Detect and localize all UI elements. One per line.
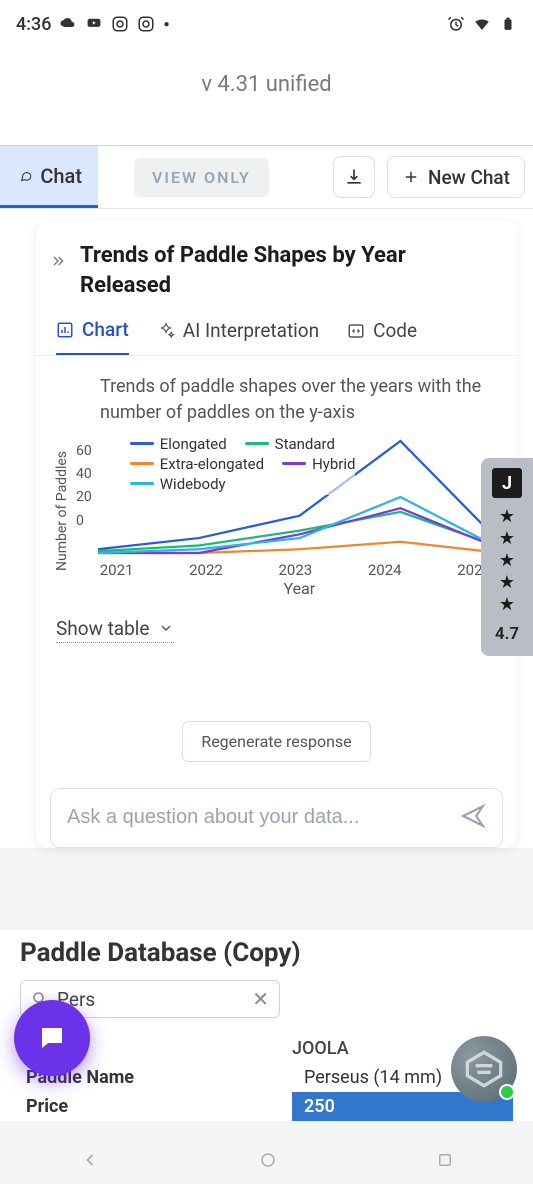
subtab-code-label: Code [373, 319, 417, 342]
tab-chat-label: Chat [40, 164, 82, 188]
y-axis-ticks: 60 40 20 0 [72, 441, 98, 553]
ytick: 20 [76, 489, 92, 505]
xtick: 2021 [100, 561, 134, 579]
youtube-icon [85, 15, 103, 33]
record-table: JOOLA Paddle Name Perseus (14 mm) Price … [20, 1038, 513, 1121]
view-only-badge: VIEW ONLY [134, 158, 269, 197]
chevron-down-icon [158, 620, 174, 636]
presence-indicator [499, 1084, 515, 1100]
xtick: 2024 [368, 561, 402, 579]
chart-legend: Elongated Standard Extra-elongated Hybri… [130, 435, 356, 495]
star-icon: ★ [499, 552, 515, 570]
legend-item: Hybrid [312, 455, 355, 473]
chat-icon [20, 166, 32, 186]
sparkle-icon [157, 322, 175, 340]
download-icon [344, 167, 364, 187]
xtick: 2023 [279, 561, 313, 579]
rating-score: 4.7 [495, 624, 519, 644]
new-chat-button[interactable]: New Chat [387, 156, 525, 198]
collapse-button[interactable] [50, 241, 66, 273]
xtick: 2022 [189, 561, 223, 579]
rating-letter: J [492, 468, 522, 498]
chat-bubble-icon [37, 1023, 67, 1053]
send-icon [460, 803, 486, 829]
chat-fab[interactable] [14, 1000, 90, 1076]
status-bar: 4:36 ● [0, 0, 533, 48]
subtab-chart[interactable]: Chart [56, 318, 129, 355]
nav-recent[interactable] [436, 1151, 454, 1173]
rating-badge[interactable]: J ★ ★ ★ ★ ★ 4.7 [481, 458, 533, 656]
user-avatar[interactable] [451, 1036, 517, 1102]
more-dot-icon: ● [163, 19, 169, 30]
tab-chat[interactable]: Chat [0, 146, 98, 208]
chevron-right-double-icon [50, 253, 66, 269]
avatar-logo-icon [464, 1049, 504, 1089]
legend-item: Extra-elongated [160, 455, 264, 473]
star-icon: ★ [499, 530, 515, 548]
legend-item: Standard [275, 435, 335, 453]
chart-block: Trends of paddle shapes over the years w… [36, 356, 517, 592]
nav-back[interactable] [80, 1150, 100, 1174]
wifi-icon [473, 15, 491, 33]
legend-item: Widebody [160, 475, 226, 493]
ytick: 0 [76, 513, 92, 529]
sheet-title: Paddle Database (Copy) [20, 938, 513, 968]
clear-search-button[interactable]: ✕ [252, 987, 269, 1011]
row-price-label: Price [20, 1092, 292, 1121]
chart-description: Trends of paddle shapes over the years w… [100, 374, 501, 424]
x-axis-label: Year [98, 579, 501, 598]
show-table-label: Show table [56, 617, 150, 640]
battery-icon [499, 15, 517, 33]
y-axis-label: Number of Paddles [52, 441, 72, 581]
top-tabs: Chat VIEW ONLY New Chat [0, 145, 533, 209]
send-button[interactable] [460, 803, 486, 833]
regenerate-button[interactable]: Regenerate response [182, 721, 370, 762]
subtab-ai[interactable]: AI Interpretation [157, 318, 319, 355]
card-subtabs: Chart AI Interpretation Code [36, 308, 517, 356]
version-label: v 4.31 unified [0, 48, 533, 145]
alarm-icon [447, 15, 465, 33]
cloud-icon [59, 15, 77, 33]
instagram-icon-2 [137, 15, 155, 33]
star-icon: ★ [499, 574, 515, 592]
subtab-chart-label: Chart [82, 318, 129, 341]
star-icon: ★ [499, 596, 515, 614]
nav-home[interactable] [259, 1151, 277, 1173]
ytick: 60 [76, 443, 92, 459]
chat-card: Trends of Paddle Shapes by Year Released… [36, 221, 517, 848]
ask-input[interactable] [67, 806, 460, 829]
subtab-code[interactable]: Code [347, 318, 417, 355]
x-axis-ticks: 2021 2022 2023 2024 2025 [98, 557, 501, 579]
legend-item: Elongated [160, 435, 227, 453]
ask-input-row [50, 788, 503, 848]
bar-chart-icon [56, 321, 74, 339]
status-time: 4:36 [16, 14, 51, 35]
download-button[interactable] [333, 156, 375, 198]
chart-plot: Elongated Standard Extra-elongated Hybri… [98, 441, 501, 581]
ytick: 40 [76, 466, 92, 482]
star-icon: ★ [499, 508, 515, 526]
card-title: Trends of Paddle Shapes by Year Released [80, 241, 497, 300]
plus-icon [402, 168, 420, 186]
new-chat-label: New Chat [428, 166, 510, 189]
system-navbar [0, 1140, 533, 1184]
subtab-ai-label: AI Interpretation [183, 319, 319, 342]
show-table-toggle[interactable]: Show table [56, 617, 174, 643]
code-icon [347, 322, 365, 340]
instagram-icon [111, 15, 129, 33]
